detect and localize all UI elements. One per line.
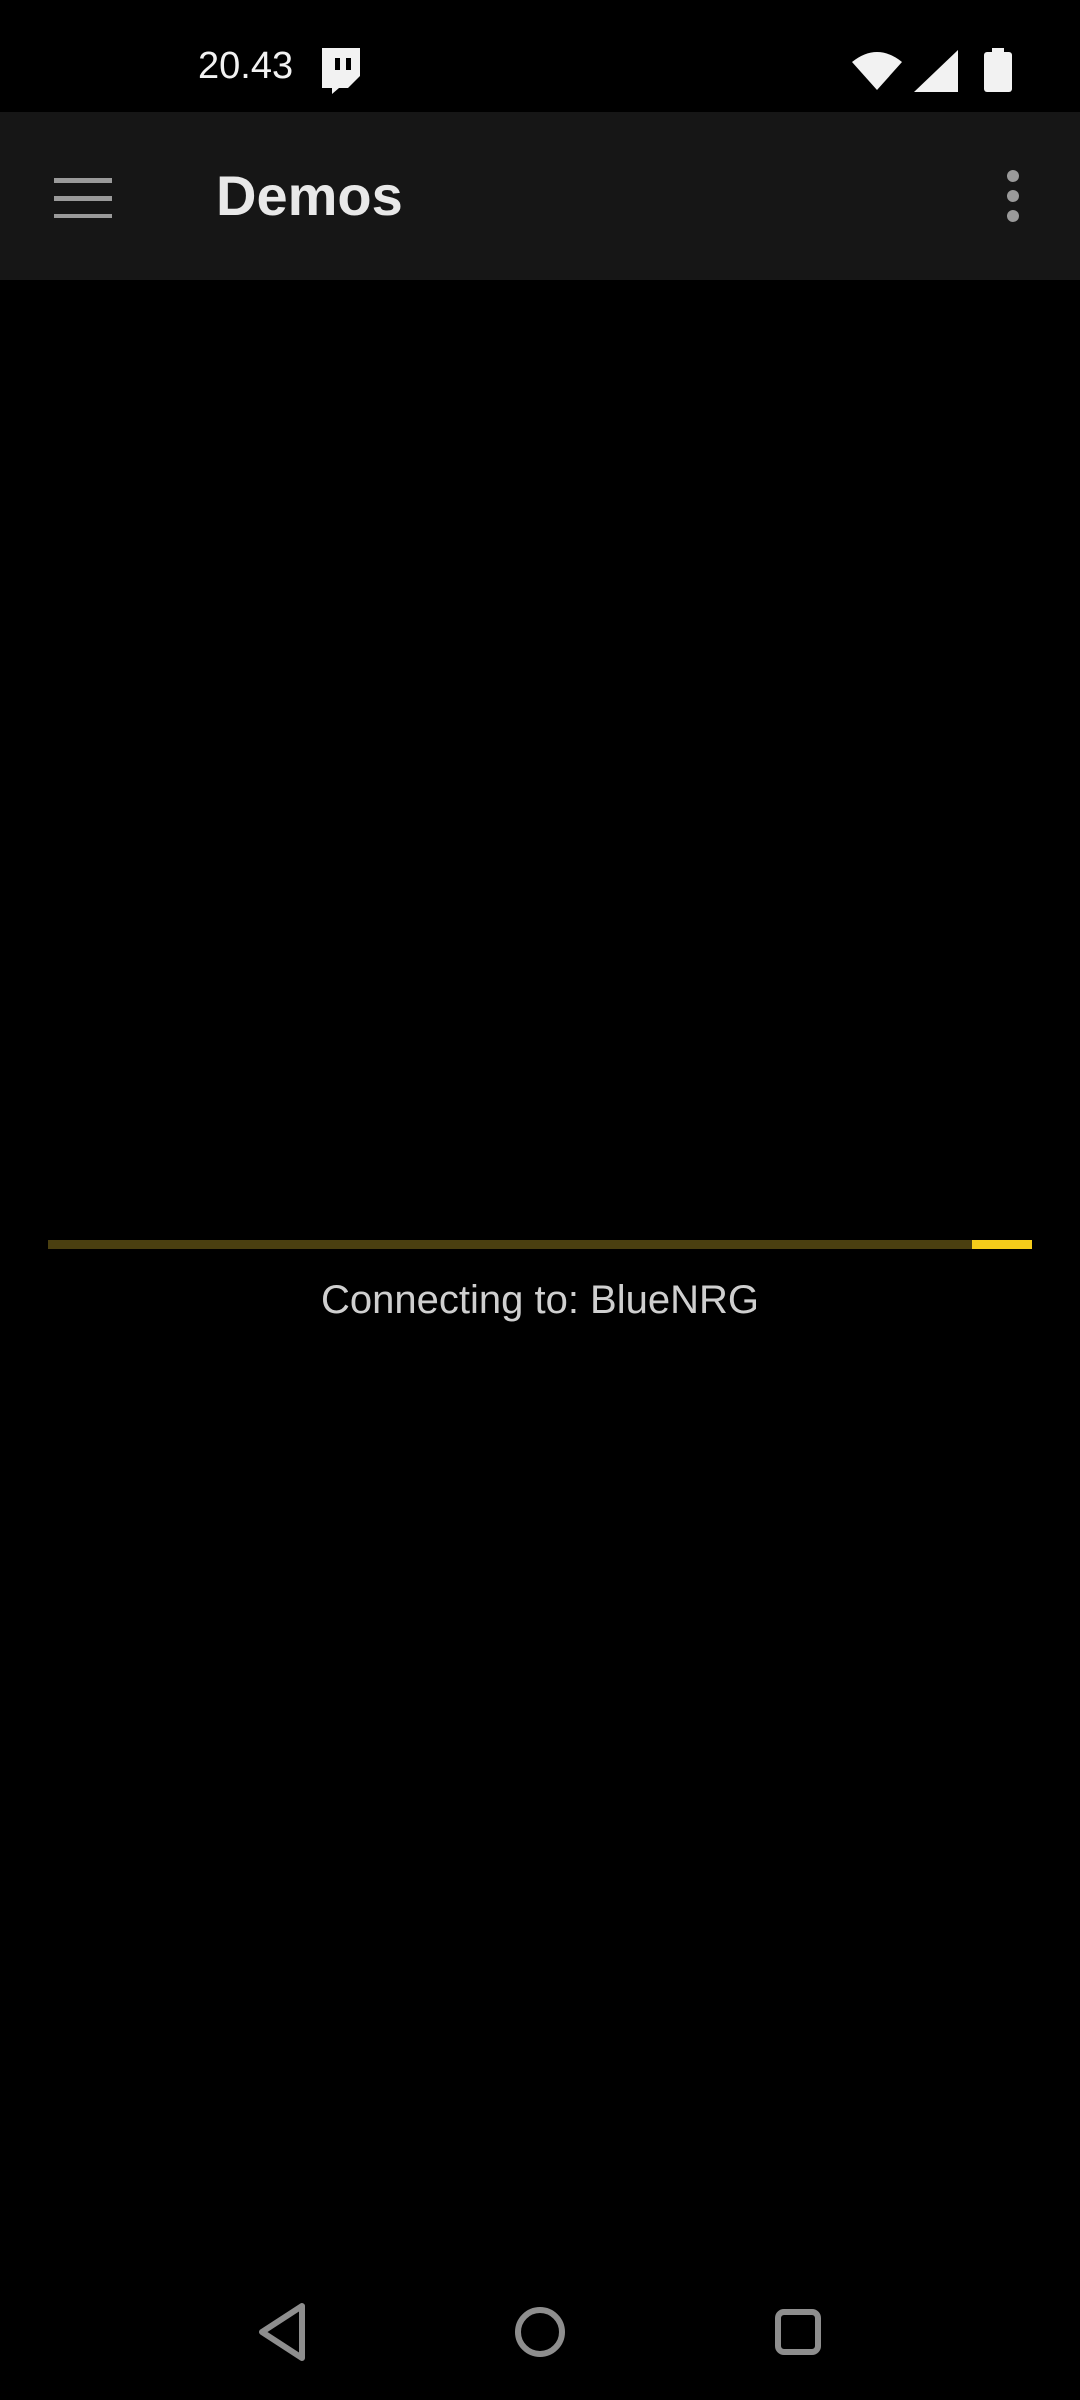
status-time: 20.43 [198,45,294,87]
back-triangle-icon [244,2303,324,2376]
status-bar: 20.43 [0,0,1080,112]
cellular-signal-icon [914,50,958,92]
connection-progress-bar [48,1240,1032,1249]
wifi-icon [852,50,902,90]
battery-icon [984,48,1012,92]
menu-button[interactable] [34,156,114,236]
home-button[interactable] [500,2292,580,2372]
progress-indicator [971,1240,1032,1249]
recents-square-icon [758,2309,838,2376]
system-nav-bar [0,2264,1080,2400]
recents-button[interactable] [758,2292,838,2372]
home-circle-icon [500,2307,580,2376]
app-bar: Demos [0,112,1080,280]
overflow-menu-button[interactable] [984,156,1044,236]
connection-status-text: Connecting to: BlueNRG [320,1278,759,1322]
back-button[interactable] [244,2292,324,2372]
page-title: Demos [216,164,403,227]
twitch-icon [318,48,360,94]
